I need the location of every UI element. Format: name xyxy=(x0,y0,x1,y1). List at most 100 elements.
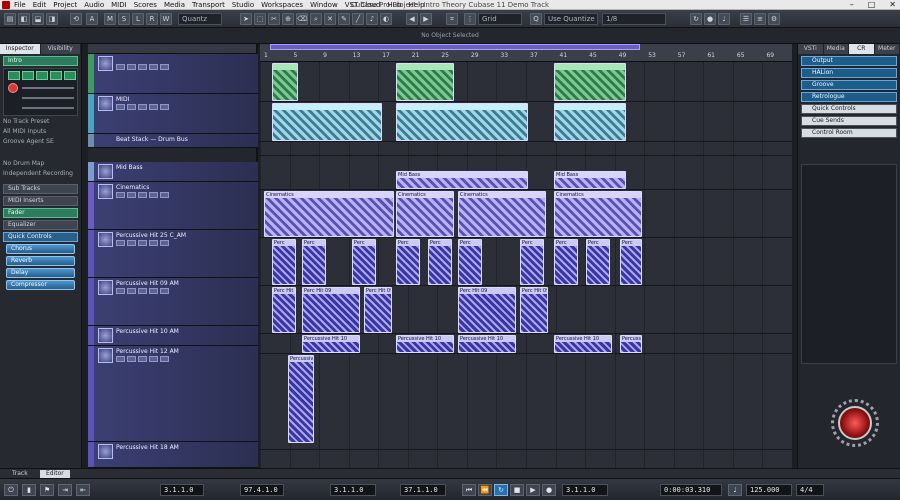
snap-on-icon[interactable]: ⌗ xyxy=(446,13,458,25)
track-monitor-button[interactable] xyxy=(160,64,169,70)
metronome-icon[interactable]: ♩ xyxy=(718,13,730,25)
glue-tool-icon[interactable]: ⊕ xyxy=(282,13,294,25)
menu-workspaces[interactable]: Workspaces xyxy=(261,1,303,9)
inspector-line-recording[interactable]: Independent Recording xyxy=(3,170,78,178)
section-sub-tracks[interactable]: Sub Tracks xyxy=(3,184,78,194)
color-tool-icon[interactable]: ◐ xyxy=(380,13,392,25)
solo-s-icon[interactable]: S xyxy=(118,13,130,25)
left-zone-icon[interactable]: ◧ xyxy=(18,13,30,25)
track-write-button[interactable] xyxy=(149,356,158,362)
menu-transport[interactable]: Transport xyxy=(192,1,225,9)
close-button[interactable]: ✕ xyxy=(889,0,896,9)
track-write-button[interactable] xyxy=(149,240,158,246)
event-part[interactable]: Perc xyxy=(396,239,420,285)
solo-button[interactable] xyxy=(22,71,34,80)
split-tool-icon[interactable]: ✂ xyxy=(268,13,280,25)
tab-media[interactable]: Media xyxy=(824,44,849,54)
track-monitor-button[interactable] xyxy=(160,192,169,198)
track-mute-button[interactable] xyxy=(116,240,125,246)
pan-fader[interactable] xyxy=(22,97,74,99)
mixer-icon[interactable]: ≡ xyxy=(754,13,766,25)
event-part[interactable]: Cinematics xyxy=(264,191,394,237)
inspector-line-preset[interactable]: No Track Preset xyxy=(3,118,78,126)
event-part[interactable] xyxy=(272,103,382,141)
menu-help[interactable]: Help xyxy=(409,1,425,9)
track-lane[interactable] xyxy=(260,450,792,468)
event-part[interactable]: Cinematics xyxy=(554,191,642,237)
tab-meter[interactable]: Meter xyxy=(875,44,900,54)
tempo-field[interactable]: 125.000 xyxy=(746,484,792,496)
track-name[interactable]: Percussive Hit 09 AM xyxy=(116,280,179,287)
rz-item-cue-sends[interactable]: Cue Sends xyxy=(801,116,897,126)
zoom-tool-icon[interactable]: ⌕ xyxy=(310,13,322,25)
menu-midi[interactable]: MIDI xyxy=(111,1,127,9)
rz-item-retrologue[interactable]: Retrologue xyxy=(801,92,897,102)
lower-zone-icon[interactable]: ⬓ xyxy=(32,13,44,25)
signature-field[interactable]: 4/4 xyxy=(796,484,824,496)
event-part[interactable]: Perc xyxy=(352,239,376,285)
track-name[interactable]: Mid Bass xyxy=(116,164,143,171)
event-part[interactable]: Cinematics xyxy=(396,191,454,237)
section-equalizer[interactable]: Equalizer xyxy=(3,220,78,230)
track-lane[interactable] xyxy=(260,354,792,450)
menu-studio[interactable]: Studio xyxy=(232,1,254,9)
right-zone-icon[interactable]: ◨ xyxy=(46,13,58,25)
event-part[interactable]: Perc xyxy=(428,239,452,285)
metronome-click-icon[interactable]: ♩ xyxy=(728,484,742,496)
rz-item-control-room[interactable]: Control Room xyxy=(801,128,897,138)
track-monitor-button[interactable] xyxy=(160,356,169,362)
inspector-track-name[interactable]: Intro xyxy=(3,56,78,66)
event-part[interactable]: Perc Hit 09 xyxy=(520,287,548,333)
track-read-button[interactable] xyxy=(138,64,147,70)
read-r-icon[interactable]: R xyxy=(146,13,158,25)
erase-tool-icon[interactable]: ⌫ xyxy=(296,13,308,25)
inspector-line-drummap[interactable]: No Drum Map xyxy=(3,160,78,168)
record-enable-button[interactable] xyxy=(8,83,18,93)
go-to-start-icon[interactable]: ⏮ xyxy=(462,484,476,496)
track-name[interactable]: Percussive Hit 25 C_AM xyxy=(116,232,186,239)
inspector-line-inputs[interactable]: All MIDI Inputs xyxy=(3,128,78,136)
mute-m-icon[interactable]: M xyxy=(104,13,116,25)
track-read-button[interactable] xyxy=(138,288,147,294)
project-window[interactable]: 1 5 9 13 17 21 25 29 33 37 41 45 49 53 57 61 65 69 Mid Ba… xyxy=(260,44,792,468)
track-name[interactable]: MIDI xyxy=(116,96,129,103)
inspector-line-instrument[interactable]: Groove Agent SE xyxy=(3,138,78,146)
event-part[interactable]: Cinematics xyxy=(458,191,546,237)
listen-l-icon[interactable]: L xyxy=(132,13,144,25)
settings-icon[interactable]: ⚙ xyxy=(768,13,780,25)
mute-tool-icon[interactable]: ✕ xyxy=(324,13,336,25)
track-lane[interactable] xyxy=(260,62,792,102)
write-button[interactable] xyxy=(50,71,62,80)
record-button[interactable]: ● xyxy=(542,484,556,496)
snap-mode-select[interactable]: Quantz xyxy=(178,13,222,25)
nudge-left-icon[interactable]: ◀ xyxy=(406,13,418,25)
rz-item-groove[interactable]: Groove xyxy=(801,80,897,90)
event-part[interactable]: Perc Hit 09 xyxy=(364,287,392,333)
event-part[interactable]: Percussive Hit 10 xyxy=(302,335,360,353)
read-button[interactable] xyxy=(36,71,48,80)
track-row[interactable]: Percussive Hit 10 AM xyxy=(88,326,258,346)
event-part[interactable]: Percussive Hit 10 xyxy=(554,335,612,353)
event-part[interactable] xyxy=(554,63,626,101)
quantize-icon[interactable]: Q xyxy=(530,13,542,25)
edit-button[interactable] xyxy=(64,71,76,80)
event-part[interactable]: Perc xyxy=(620,239,642,285)
tab-cr[interactable]: CR xyxy=(849,44,875,54)
track-monitor-button[interactable] xyxy=(160,240,169,246)
event-part[interactable]: Perc Hit 09 xyxy=(458,287,516,333)
play-tool-icon[interactable]: ♪ xyxy=(366,13,378,25)
event-part[interactable]: Perc xyxy=(272,239,296,285)
track-row[interactable]: Percussive Hit 09 AM xyxy=(88,278,258,326)
quantize-preset-select[interactable]: Use Quantize xyxy=(544,13,598,25)
tab-track[interactable]: Track xyxy=(6,470,34,478)
marker-icon[interactable]: ⚑ xyxy=(40,484,54,496)
track-name[interactable]: Percussive Hit 12 AM xyxy=(116,348,179,355)
track-solo-button[interactable] xyxy=(127,64,136,70)
event-part[interactable]: Percussive Hit 10 xyxy=(396,335,454,353)
track-row[interactable]: Beat Stack — Drum Bus xyxy=(88,134,258,148)
punch-out-icon[interactable]: ⇤ xyxy=(76,484,90,496)
track-solo-button[interactable] xyxy=(127,356,136,362)
track-row[interactable]: Percussive Hit 25 C_AM xyxy=(88,230,258,278)
inspector-toggle-icon[interactable]: ▤ xyxy=(4,13,16,25)
event-part[interactable]: Percussive xyxy=(288,355,314,443)
